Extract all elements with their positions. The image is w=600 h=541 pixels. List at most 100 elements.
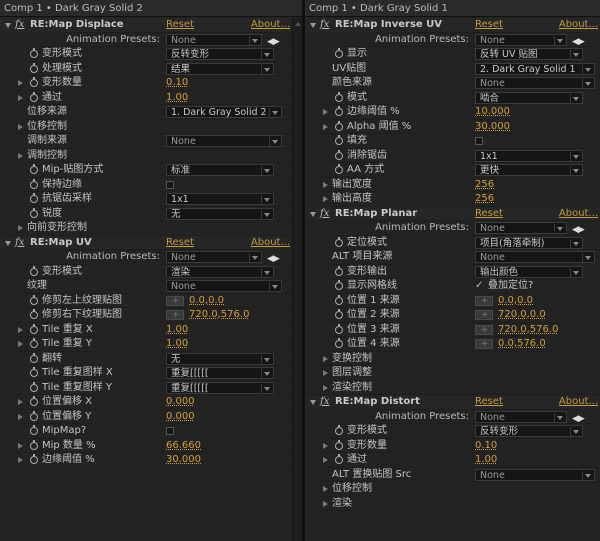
twirl-right-icon[interactable] bbox=[323, 457, 328, 463]
stopwatch-icon[interactable] bbox=[335, 425, 343, 435]
checkbox[interactable] bbox=[166, 427, 174, 435]
stopwatch-icon[interactable] bbox=[30, 164, 38, 174]
param-value[interactable]: 66.660 bbox=[166, 439, 201, 454]
param-value[interactable]: 1.00 bbox=[166, 323, 188, 338]
animation-presets-dropdown[interactable]: None bbox=[166, 251, 262, 263]
point-value[interactable]: 0.0,0.0 bbox=[498, 294, 533, 309]
param-dropdown[interactable]: None bbox=[475, 77, 595, 89]
stopwatch-icon[interactable] bbox=[30, 323, 38, 334]
param-dropdown[interactable]: 1x1 bbox=[166, 193, 274, 205]
stopwatch-icon[interactable] bbox=[335, 323, 343, 334]
crosshair-point-icon[interactable] bbox=[475, 323, 493, 337]
animation-presets-dropdown[interactable]: None bbox=[475, 222, 567, 234]
twirl-right-icon[interactable] bbox=[323, 384, 328, 391]
stopwatch-icon[interactable] bbox=[335, 439, 343, 450]
stopwatch-icon[interactable] bbox=[335, 106, 343, 116]
stopwatch-icon[interactable] bbox=[30, 338, 38, 348]
about-link[interactable]: About... bbox=[559, 395, 598, 410]
twirl-right-icon[interactable] bbox=[18, 413, 23, 420]
twirl-down-icon[interactable] bbox=[310, 23, 316, 28]
scrollbar[interactable] bbox=[292, 18, 302, 541]
crosshair-point-icon[interactable] bbox=[475, 294, 493, 308]
param-dropdown[interactable]: None bbox=[475, 251, 595, 263]
param-dropdown[interactable]: None bbox=[475, 468, 595, 481]
animation-presets-dropdown[interactable]: None bbox=[475, 33, 567, 46]
crosshair-point-icon[interactable] bbox=[475, 308, 493, 323]
stopwatch-icon[interactable] bbox=[30, 77, 38, 87]
about-link[interactable]: About... bbox=[251, 236, 290, 251]
fx-icon[interactable]: fx bbox=[320, 18, 329, 33]
stopwatch-icon[interactable] bbox=[30, 381, 38, 392]
stopwatch-icon[interactable] bbox=[30, 396, 38, 406]
param-value[interactable]: 1.00 bbox=[166, 91, 188, 106]
param-dropdown[interactable]: None bbox=[166, 280, 282, 292]
crosshair-point-icon[interactable] bbox=[166, 308, 184, 323]
stopwatch-icon[interactable] bbox=[30, 48, 38, 58]
animation-presets-dropdown[interactable]: None bbox=[475, 410, 567, 423]
param-dropdown[interactable]: 1x1 bbox=[475, 149, 583, 162]
twirl-right-icon[interactable] bbox=[323, 123, 328, 130]
param-value[interactable]: 0.000 bbox=[166, 395, 195, 410]
stopwatch-icon[interactable] bbox=[30, 62, 38, 73]
param-dropdown[interactable]: 反转 UV 贴图 bbox=[475, 48, 583, 60]
param-value[interactable]: 1.00 bbox=[475, 453, 497, 468]
twirl-right-icon[interactable] bbox=[18, 225, 23, 231]
param-value[interactable]: 256 bbox=[475, 192, 494, 207]
param-value[interactable]: 0.10 bbox=[166, 76, 188, 91]
param-dropdown[interactable]: 无 bbox=[166, 352, 274, 365]
reset-link[interactable]: Reset bbox=[475, 395, 503, 410]
param-value[interactable]: 10.000 bbox=[475, 105, 510, 120]
effect-header[interactable]: fx RE:Map Displace Reset About... bbox=[0, 18, 292, 33]
stopwatch-icon[interactable] bbox=[335, 120, 343, 131]
param-dropdown[interactable]: 1. Dark Gray Solid 2 bbox=[166, 106, 282, 118]
param-dropdown[interactable]: 输出颜色 bbox=[475, 265, 583, 278]
stopwatch-icon[interactable] bbox=[30, 367, 38, 377]
stopwatch-icon[interactable] bbox=[335, 236, 343, 247]
stopwatch-icon[interactable] bbox=[335, 149, 343, 160]
stopwatch-icon[interactable] bbox=[30, 439, 38, 450]
about-link[interactable]: About... bbox=[251, 18, 290, 33]
twirl-right-icon[interactable] bbox=[18, 326, 23, 333]
param-dropdown[interactable]: 重复[[[[[ bbox=[166, 367, 274, 379]
param-dropdown[interactable]: 渲染 bbox=[166, 265, 274, 278]
stopwatch-icon[interactable] bbox=[30, 193, 38, 203]
reset-link[interactable]: Reset bbox=[166, 236, 194, 251]
point-value[interactable]: 720.0,576.0 bbox=[189, 308, 249, 323]
twirl-right-icon[interactable] bbox=[323, 181, 328, 188]
stopwatch-icon[interactable] bbox=[30, 352, 38, 363]
stopwatch-icon[interactable] bbox=[30, 454, 38, 464]
effect-header[interactable]: fx RE:Map Inverse UV Reset About... bbox=[305, 18, 600, 33]
stopwatch-icon[interactable] bbox=[30, 207, 38, 218]
animation-presets-dropdown[interactable]: None bbox=[166, 33, 262, 46]
stopwatch-icon[interactable] bbox=[335, 338, 343, 348]
reset-link[interactable]: Reset bbox=[166, 18, 194, 33]
param-dropdown[interactable]: None bbox=[166, 135, 282, 147]
twirl-right-icon[interactable] bbox=[18, 94, 23, 101]
point-value[interactable]: 720.0,0.0 bbox=[498, 308, 546, 323]
twirl-right-icon[interactable] bbox=[323, 486, 328, 492]
twirl-right-icon[interactable] bbox=[18, 399, 23, 405]
param-dropdown[interactable]: 啮合 bbox=[475, 91, 583, 104]
stopwatch-icon[interactable] bbox=[335, 91, 343, 102]
point-value[interactable]: 0.0,0.0 bbox=[189, 294, 224, 309]
param-value[interactable]: 0.10 bbox=[475, 439, 497, 454]
twirl-down-icon[interactable] bbox=[310, 400, 316, 405]
stopwatch-icon[interactable] bbox=[30, 265, 38, 276]
twirl-right-icon[interactable] bbox=[323, 370, 328, 376]
param-dropdown[interactable]: 更快 bbox=[475, 164, 583, 176]
stopwatch-icon[interactable] bbox=[335, 135, 343, 145]
param-dropdown[interactable]: 2. Dark Gray Solid 1 bbox=[475, 62, 595, 75]
stopwatch-icon[interactable] bbox=[335, 48, 343, 58]
checkbox[interactable] bbox=[166, 180, 174, 189]
point-value[interactable]: 0.0,576.0 bbox=[498, 337, 546, 352]
stopwatch-icon[interactable] bbox=[335, 280, 343, 290]
point-value[interactable]: 720.0,576.0 bbox=[498, 323, 558, 338]
param-dropdown[interactable]: 重复[[[[[ bbox=[166, 381, 274, 394]
stopwatch-icon[interactable] bbox=[30, 410, 38, 421]
fx-icon[interactable]: fx bbox=[15, 236, 24, 251]
reset-link[interactable]: Reset bbox=[475, 207, 503, 222]
param-value[interactable]: 256 bbox=[475, 178, 494, 193]
param-value[interactable]: 30.000 bbox=[475, 120, 510, 135]
param-value[interactable]: 30.000 bbox=[166, 453, 201, 468]
reset-link[interactable]: Reset bbox=[475, 18, 503, 33]
